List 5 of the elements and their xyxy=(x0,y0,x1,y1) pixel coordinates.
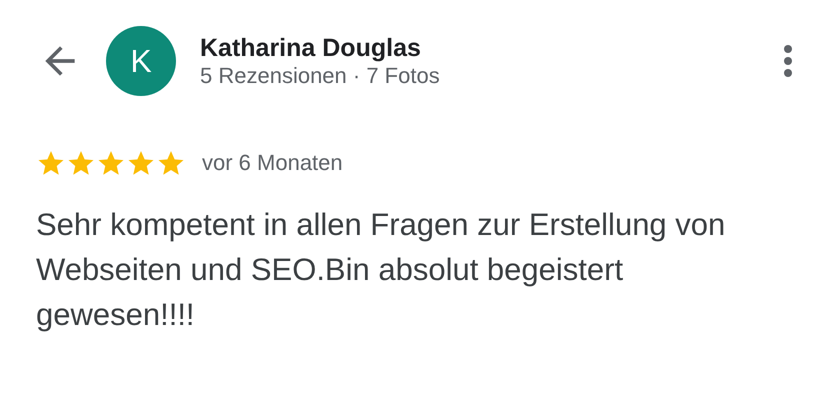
review-text: Sehr kompetent in allen Fragen zur Erstellung von Webseiten und SEO.Bin absolut begeistert gewesen!!!! xyxy=(36,206,726,334)
review-date: vor 6 Monaten xyxy=(202,149,343,177)
avatar: K xyxy=(106,26,176,96)
reviewer-name: Katharina Douglas xyxy=(200,32,422,63)
reviewer-stats: 5 Rezensionen · 7 Fotos xyxy=(200,62,441,90)
